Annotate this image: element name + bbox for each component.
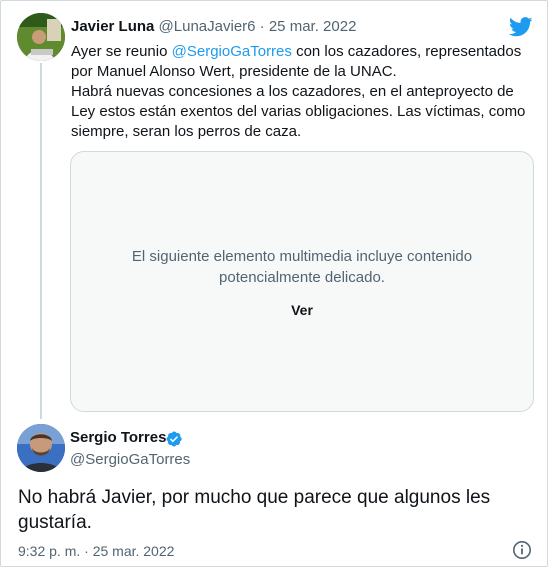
text-segment: Ayer se reunio: [71, 43, 172, 60]
sensitive-media-warning: El siguiente elemento multimedia incluye…: [71, 246, 533, 288]
sensitive-media-placeholder: El siguiente elemento multimedia incluye…: [70, 151, 534, 412]
verified-badge-icon: [166, 431, 182, 447]
text-paragraph: Habrá nuevas concesiones a los cazadores…: [71, 83, 526, 140]
author-name[interactable]: Sergio Torres: [70, 429, 166, 447]
author-handle[interactable]: @SergioGaTorres: [70, 451, 190, 469]
avatar[interactable]: [17, 424, 65, 472]
twitter-bird-icon[interactable]: [509, 17, 533, 37]
tweet-timestamp[interactable]: 9:32 p. m. · 25 mar. 2022: [18, 542, 174, 560]
avatar-image: [17, 13, 65, 61]
info-icon[interactable]: [512, 540, 532, 560]
tweet-date[interactable]: 25 mar. 2022: [269, 18, 357, 35]
tweet-embed-card: Javier Luna @LunaJavier6 · 25 mar. 2022 …: [0, 0, 548, 567]
warning-line: El siguiente elemento multimedia incluye…: [131, 248, 473, 265]
main-tweet-text: No habrá Javier, por mucho que parece qu…: [18, 487, 491, 533]
author-handle[interactable]: @LunaJavier6: [159, 18, 256, 35]
author-name[interactable]: Javier Luna: [71, 18, 154, 35]
view-media-button[interactable]: Ver: [71, 302, 533, 318]
mention-link[interactable]: @SergioGaTorres: [172, 43, 292, 60]
parent-tweet-text: Ayer se reunio @SergioGaTorres con los c…: [71, 42, 541, 142]
avatar-image: [17, 424, 65, 472]
thread-connector-line: [40, 63, 42, 419]
parent-tweet-header: Javier Luna @LunaJavier6 · 25 mar. 2022: [71, 18, 356, 36]
avatar[interactable]: [17, 13, 65, 61]
warning-line: potencialmente delicado.: [219, 269, 385, 286]
separator: ·: [259, 18, 265, 35]
